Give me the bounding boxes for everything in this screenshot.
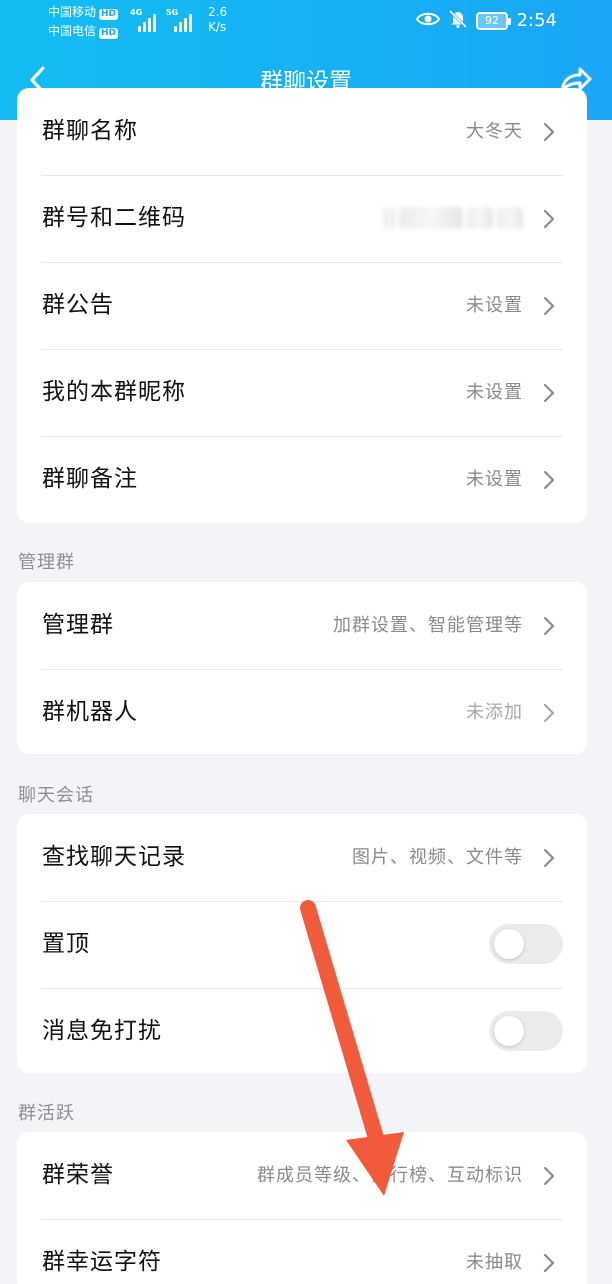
signal-4g-icon: 4G (130, 8, 160, 32)
carrier-1: 中国移动 HD (48, 5, 119, 20)
row-value: 未添加 (466, 702, 523, 723)
hd-badge-2: HD (99, 28, 119, 39)
row-value: 群成员等级、排行榜、互动标识 (257, 1165, 523, 1186)
row-pin: 置顶 (17, 901, 587, 988)
net-type-5g: 5G (166, 8, 179, 17)
row-value: 未设置 (466, 295, 523, 316)
toggle-knob (494, 1016, 524, 1046)
chat-card: 查找聊天记录 图片、视频、文件等 置顶 消息免打扰 (17, 814, 587, 1073)
network-speed: 2.6 K/s (208, 5, 227, 35)
chevron-right-icon (539, 615, 559, 637)
chevron-right-icon (539, 382, 559, 404)
row-value: 未设置 (466, 382, 523, 403)
carrier-2: 中国电信 HD (48, 24, 119, 39)
row-do-not-disturb: 消息免打扰 (17, 988, 587, 1073)
chevron-right-icon (539, 295, 559, 317)
row-group-notice[interactable]: 群公告 未设置 (17, 262, 587, 349)
clock: 2:54 (516, 10, 557, 31)
row-label: 群公告 (42, 292, 114, 318)
section-title-activity: 群活跃 (18, 1103, 75, 1124)
row-group-robot[interactable]: 群机器人 未添加 (17, 669, 587, 754)
row-label: 查找聊天记录 (42, 844, 186, 870)
row-group-honor[interactable]: 群荣誉 群成员等级、排行榜、互动标识 (17, 1132, 587, 1219)
row-group-remark[interactable]: 群聊备注 未设置 (17, 436, 587, 523)
signal-5g-icon: 5G (166, 8, 196, 32)
eye-icon (415, 11, 441, 31)
row-label: 我的本群昵称 (42, 379, 186, 405)
row-label: 群聊备注 (42, 466, 138, 492)
chevron-right-icon (539, 1165, 559, 1187)
carrier-2-name: 中国电信 (48, 24, 97, 38)
row-value: 加群设置、智能管理等 (333, 615, 523, 636)
row-label: 消息免打扰 (42, 1018, 162, 1044)
section-title-manage: 管理群 (18, 552, 75, 573)
status-bar: 中国移动 HD 中国电信 HD 4G 5G 2.6 K/s 92 2:54 (0, 0, 612, 44)
row-label: 群聊名称 (42, 118, 138, 144)
chevron-right-icon (539, 847, 559, 869)
row-search-history[interactable]: 查找聊天记录 图片、视频、文件等 (17, 814, 587, 901)
row-label: 置顶 (42, 931, 90, 957)
blurred-group-number (383, 205, 523, 231)
chevron-right-icon (539, 121, 559, 143)
hd-badge-1: HD (99, 9, 119, 20)
pin-toggle[interactable] (489, 924, 563, 964)
row-value: 未设置 (466, 469, 523, 490)
do-not-disturb-toggle[interactable] (489, 1011, 563, 1051)
row-my-nickname[interactable]: 我的本群昵称 未设置 (17, 349, 587, 436)
row-value: 大冬天 (466, 121, 523, 142)
toggle-knob (494, 929, 524, 959)
chevron-right-icon (539, 1252, 559, 1274)
row-group-name[interactable]: 群聊名称 大冬天 (17, 88, 587, 175)
row-manage-group[interactable]: 管理群 加群设置、智能管理等 (17, 582, 587, 669)
chevron-right-icon (539, 702, 559, 724)
row-value: 未抽取 (466, 1252, 523, 1273)
row-group-number-qrcode[interactable]: 群号和二维码 (17, 175, 587, 262)
manage-card: 管理群 加群设置、智能管理等 群机器人 未添加 (17, 582, 587, 754)
speed-unit: K/s (208, 20, 227, 34)
row-label: 群机器人 (42, 699, 138, 725)
speed-value: 2.6 (208, 5, 228, 19)
group-info-card: 群聊名称 大冬天 群号和二维码 群公告 未设置 我的本群昵称 未设置 群聊备注 … (17, 88, 587, 523)
status-icons: 92 (415, 8, 511, 34)
battery-indicator: 92 (476, 12, 511, 30)
row-value: 图片、视频、文件等 (352, 847, 523, 868)
bell-off-icon (448, 9, 468, 33)
chevron-right-icon (539, 469, 559, 491)
row-label: 群幸运字符 (42, 1249, 162, 1275)
row-lucky-char[interactable]: 群幸运字符 未抽取 (17, 1219, 587, 1284)
row-label: 群号和二维码 (42, 205, 186, 231)
row-label: 管理群 (42, 612, 114, 638)
activity-card: 群荣誉 群成员等级、排行榜、互动标识 群幸运字符 未抽取 (17, 1132, 587, 1284)
section-title-chat: 聊天会话 (18, 785, 94, 806)
chevron-right-icon (539, 208, 559, 230)
carrier-1-name: 中国移动 (48, 5, 97, 19)
row-label: 群荣誉 (42, 1162, 114, 1188)
net-type-4g: 4G (130, 8, 143, 17)
